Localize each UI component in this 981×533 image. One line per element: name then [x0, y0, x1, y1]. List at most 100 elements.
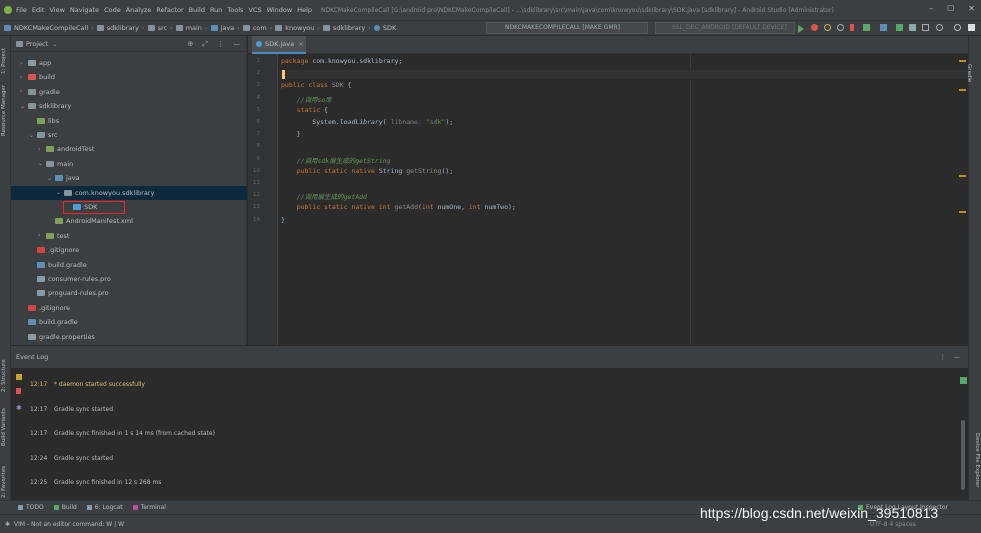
breadcrumb-module[interactable]: sdklibrary › — [96, 24, 145, 32]
tree-item[interactable]: ⌄ java — [11, 171, 247, 185]
tool-favorites[interactable]: 2: Favorites — [1, 466, 7, 498]
breadcrumb-main[interactable]: main › — [175, 24, 208, 32]
tool-terminal[interactable]: Terminal — [132, 504, 166, 511]
profile-icon[interactable] — [824, 24, 831, 31]
avd-manager-icon[interactable] — [896, 24, 903, 31]
tree-item[interactable]: ⌄ src — [11, 128, 247, 142]
expand-arrow-icon[interactable]: ⌄ — [20, 103, 28, 110]
tool-todo[interactable]: TODO — [18, 504, 44, 511]
settings-icon[interactable] — [936, 24, 943, 31]
tool-build[interactable]: Build — [53, 504, 77, 511]
marker-warning[interactable] — [959, 175, 966, 177]
tree-item[interactable]: ⌄ com.knowyou.sdklibrary — [11, 185, 247, 200]
marker-warning[interactable] — [959, 60, 966, 62]
tree-item[interactable]: libs — [11, 114, 247, 128]
search-icon[interactable] — [954, 24, 961, 31]
mark-read-icon[interactable] — [16, 388, 21, 394]
close-button[interactable]: ✕ — [968, 4, 975, 13]
menu-file[interactable]: File — [16, 6, 27, 14]
menu-window[interactable]: Window — [267, 6, 293, 14]
settings-icon[interactable]: ✱ — [16, 404, 22, 412]
breadcrumb-project[interactable]: NDKCMakeCompileCall › — [4, 24, 94, 32]
maximize-button[interactable]: ☐ — [947, 4, 954, 13]
run-configuration-select[interactable]: NDKCMAKECOMPILECALL [MAKE GMR] — [486, 22, 648, 34]
breadcrumb-java[interactable]: java › — [210, 24, 240, 32]
tree-item[interactable]: SDK — [11, 200, 247, 214]
tree-item[interactable]: build.gradle — [11, 315, 247, 329]
menu-code[interactable]: Code — [104, 6, 121, 14]
tree-item[interactable]: › androidTest — [11, 142, 247, 156]
expand-arrow-icon[interactable]: › — [38, 146, 46, 153]
code-line[interactable]: public class SDK { — [281, 81, 351, 89]
tree-item[interactable]: gradle.properties — [11, 330, 247, 344]
code-line[interactable]: //调用层生成的getAdd — [281, 191, 367, 201]
tree-item[interactable]: › app — [11, 56, 247, 70]
code-line[interactable]: } — [281, 216, 285, 224]
expand-arrow-icon[interactable]: ⌄ — [38, 160, 46, 167]
tree-item[interactable]: consumer-rules.pro — [11, 272, 247, 286]
code-line[interactable]: public static native int getAdd(int numO… — [281, 203, 516, 211]
expand-arrow-icon[interactable]: › — [20, 74, 28, 81]
stop-icon[interactable] — [863, 24, 870, 31]
code-line[interactable]: static { — [281, 106, 328, 114]
close-tab-icon[interactable]: × — [298, 40, 303, 48]
run-icon[interactable] — [798, 25, 804, 33]
device-select[interactable]: SSL_DEC_ANDROID [DEFAULT DEVICE] — [655, 22, 795, 34]
menu-navigate[interactable]: Navigate — [70, 6, 99, 14]
attach-debugger-icon[interactable] — [837, 24, 844, 31]
code-line[interactable]: System.loadLibrary( libname: "sdk"); — [281, 118, 453, 126]
menu-tools[interactable]: Tools — [227, 6, 243, 14]
code-line[interactable]: } — [281, 130, 301, 138]
breadcrumb-sdk-class[interactable]: SDK — [373, 24, 396, 32]
menu-help[interactable]: Help — [297, 6, 312, 14]
sync-icon[interactable] — [880, 24, 887, 31]
options-icon[interactable]: ⋮ — [940, 353, 947, 361]
expand-arrow-icon[interactable]: › — [20, 60, 28, 67]
expand-arrow-icon[interactable]: ⌄ — [47, 175, 55, 182]
code-line[interactable]: //调用sdk层生成的getString — [281, 155, 391, 165]
menu-refactor[interactable]: Refactor — [156, 6, 183, 14]
tree-item[interactable]: ⌄ main — [11, 157, 247, 171]
debug-icon[interactable] — [811, 24, 818, 31]
expand-arrow-icon[interactable]: ⌄ — [29, 132, 37, 139]
breadcrumb-sdklibrary[interactable]: sdklibrary › — [323, 24, 371, 32]
tool-project[interactable]: 1: Project — [1, 48, 7, 74]
tool-device-file-explorer[interactable]: Device File Explorer — [974, 433, 980, 487]
breadcrumb-com[interactable]: com › — [242, 24, 272, 32]
menu-vcs[interactable]: VCS — [248, 6, 261, 14]
hide-icon[interactable]: — — [233, 40, 240, 49]
options-icon[interactable]: ⋮ — [217, 40, 224, 49]
expand-arrow-icon[interactable]: › — [38, 232, 46, 239]
expand-arrow-icon[interactable]: ⌄ — [56, 189, 64, 196]
locate-icon[interactable]: ⊕ — [188, 40, 194, 49]
user-icon[interactable] — [968, 24, 975, 31]
menu-build[interactable]: Build — [189, 6, 205, 14]
tree-item[interactable]: › gradle — [11, 85, 247, 99]
hide-icon[interactable]: — — [954, 353, 961, 361]
collapse-icon[interactable]: ⤢ — [202, 40, 208, 49]
tree-item[interactable]: .gitignore — [11, 301, 247, 315]
menu-analyze[interactable]: Analyze — [126, 6, 152, 14]
tree-item[interactable]: › test — [11, 229, 247, 243]
tree-item[interactable]: › build — [11, 70, 247, 84]
menu-view[interactable]: View — [49, 6, 64, 14]
tree-item[interactable]: ⌄ sdklibrary — [11, 99, 247, 113]
tool-resource-manager[interactable]: Resource Manager — [1, 85, 7, 136]
tree-item[interactable]: build.gradle — [11, 258, 247, 272]
encoding-indicator[interactable]: UTF-8 4 spaces — [870, 521, 916, 528]
code-line[interactable]: //调用so库 — [281, 94, 332, 104]
marker-warning[interactable] — [959, 89, 966, 91]
breadcrumb-knowyou[interactable]: knowyou › — [275, 24, 320, 32]
menu-edit[interactable]: Edit — [32, 6, 45, 14]
expand-arrow-icon[interactable]: › — [20, 88, 28, 95]
event-log-scrollbar[interactable] — [961, 420, 965, 490]
layout-inspector-icon[interactable] — [922, 24, 929, 31]
chevron-down-icon[interactable]: ⌄ — [52, 40, 57, 48]
apply-changes-icon[interactable] — [850, 24, 854, 31]
marker-warning[interactable] — [959, 211, 966, 213]
tool-build-variants[interactable]: Build Variants — [1, 408, 7, 446]
tree-item[interactable]: AndroidManifest.xml — [11, 214, 247, 228]
code-line[interactable]: public static native String getString(); — [281, 167, 454, 175]
tab-sdk-java[interactable]: SDK.java × — [252, 36, 306, 54]
breadcrumb-src[interactable]: src › — [147, 24, 173, 32]
